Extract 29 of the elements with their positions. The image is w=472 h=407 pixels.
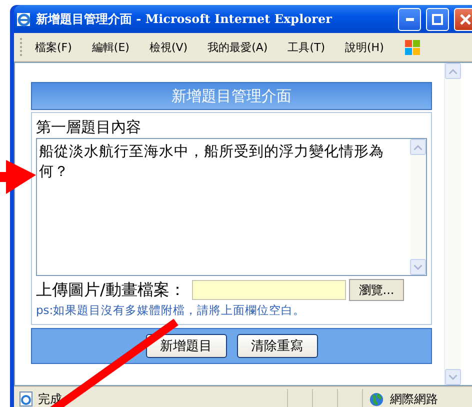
minimize-button[interactable] — [398, 8, 421, 30]
menu-item[interactable]: 工具(T) — [288, 40, 325, 54]
menu-item[interactable]: 檢視(V) — [149, 40, 188, 54]
maximize-button[interactable] — [426, 8, 449, 30]
page-icon — [18, 391, 34, 407]
menu-item[interactable]: 編輯(E) — [92, 40, 130, 54]
annotation-arrow — [0, 160, 36, 194]
browse-button[interactable]: 瀏覽... — [349, 279, 404, 301]
windows-logo-icon — [404, 38, 422, 56]
question-label: 第一層題目內容 — [36, 117, 142, 138]
maximize-icon — [432, 14, 443, 24]
globe-icon — [369, 392, 384, 406]
browser-icon — [16, 11, 32, 27]
menu-item[interactable]: 說明(H) — [345, 40, 384, 54]
upload-label: 上傳圖片/動畫檔案： — [36, 280, 186, 300]
form-button[interactable]: 清除重寫 — [236, 334, 318, 358]
scroll-up-icon[interactable] — [414, 144, 422, 150]
scroll-down-icon[interactable] — [449, 374, 457, 380]
window-title: 新增題目管理介面 - Microsoft Internet Explorer — [36, 10, 333, 28]
menu-item[interactable]: 檔案(F) — [35, 40, 72, 54]
scroll-up-icon[interactable] — [449, 68, 457, 74]
form-header: 新增題目管理介面 — [31, 82, 432, 110]
close-button[interactable] — [454, 8, 472, 30]
scroll-down-icon[interactable] — [414, 264, 422, 270]
close-icon — [460, 14, 471, 24]
form-button[interactable]: 新增題目 — [146, 334, 226, 358]
menu-item[interactable]: 我的最愛(A) — [208, 40, 268, 54]
zone-text: 網際網路 — [390, 390, 439, 407]
note-text: ps:如果題目沒有多媒體附檔，請將上面欄位空白。 — [36, 303, 306, 318]
